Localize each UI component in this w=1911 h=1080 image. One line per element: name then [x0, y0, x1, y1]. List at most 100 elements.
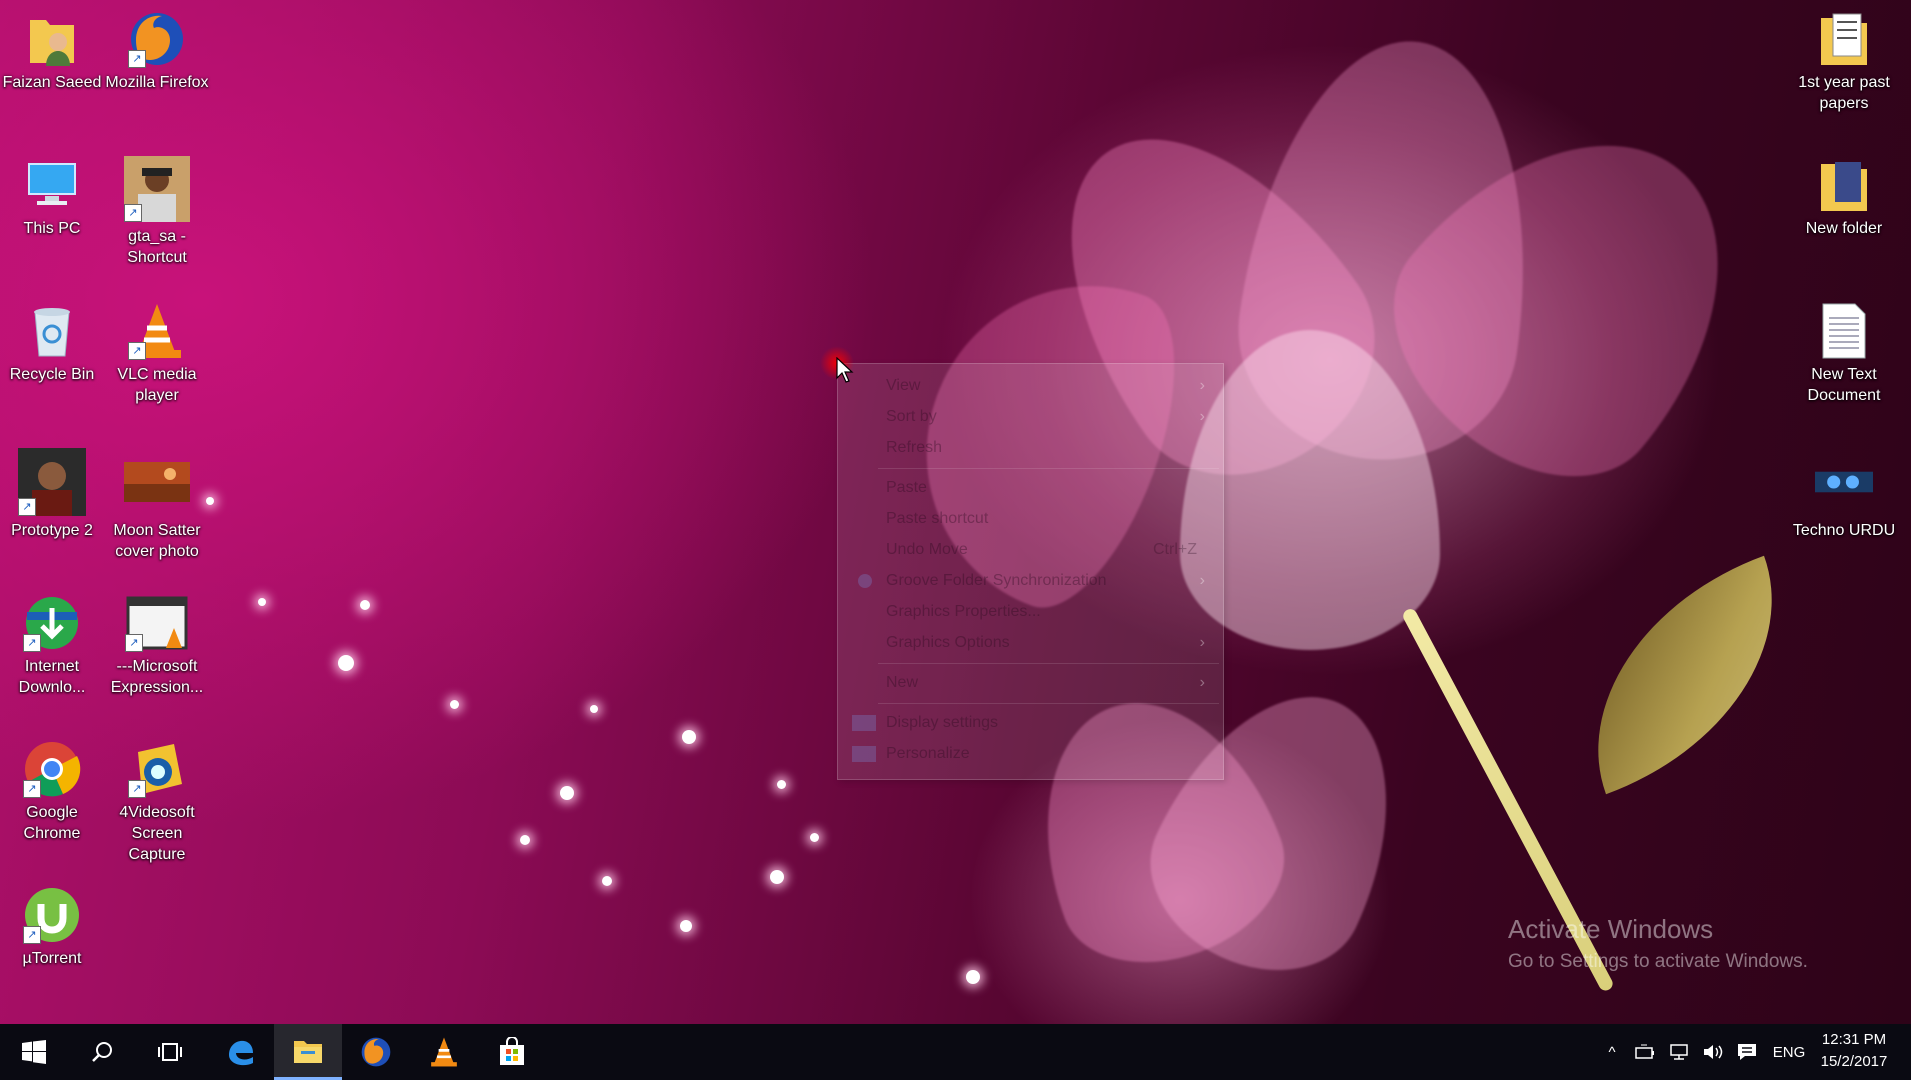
desktop-icon-techno-urdu[interactable]: Techno URDU: [1792, 448, 1896, 541]
wallpaper-sparkle: [966, 970, 980, 984]
desktop-icon-label: VLC media player: [117, 366, 197, 404]
desktop-icon-moon-satter[interactable]: Moon Satter cover photo: [105, 448, 209, 562]
image-icon: [1815, 448, 1873, 516]
desktop-icon-faizan-saeed[interactable]: Faizan Saeed: [0, 10, 104, 93]
submenu-arrow-icon: ›: [1199, 377, 1205, 394]
tray-volume[interactable]: [1698, 1024, 1728, 1080]
desktop-icon-1st-year-past-papers[interactable]: 1st year past papers: [1792, 10, 1896, 114]
taskbar-edge[interactable]: [206, 1024, 274, 1080]
taskbar-vlc[interactable]: [410, 1024, 478, 1080]
activation-watermark: Activate Windows Go to Settings to activ…: [1508, 914, 1808, 973]
taskbar-store[interactable]: [478, 1024, 546, 1080]
personalize-icon: [852, 746, 876, 762]
wallpaper-sparkle: [770, 870, 784, 884]
desktop-icon-google-chrome[interactable]: ↗ Google Chrome: [0, 740, 104, 844]
menu-item-groove-sync[interactable]: Groove Folder Synchronization ›: [838, 567, 1223, 595]
wallpaper-sparkle: [520, 835, 530, 845]
menu-item-sort-by[interactable]: Sort by ›: [838, 403, 1223, 431]
show-hidden-icons-button[interactable]: ^: [1598, 1024, 1626, 1080]
store-icon: [500, 1037, 524, 1065]
desktop-icon-internet-download-manager[interactable]: ↗ Internet Downlo...: [0, 594, 104, 698]
desktop-icon-4videosoft[interactable]: ↗ 4Videosoft Screen Capture: [105, 740, 209, 865]
desktop-icon-label: Internet Downlo...: [18, 658, 86, 696]
desktop-icon-vlc[interactable]: ↗ VLC media player: [105, 302, 209, 406]
firefox-icon: ↗: [128, 10, 186, 68]
shortcut-arrow-icon: ↗: [23, 634, 41, 652]
watermark-subtitle: Go to Settings to activate Windows.: [1508, 951, 1808, 972]
desktop-icon-label: gta_sa - Shortcut: [127, 228, 187, 266]
vlc-icon: [431, 1037, 457, 1067]
submenu-arrow-icon: ›: [1199, 674, 1205, 691]
submenu-arrow-icon: ›: [1199, 634, 1205, 651]
desktop-icon-label: 1st year past papers: [1798, 74, 1890, 112]
menu-separator: [878, 663, 1219, 664]
menu-item-view[interactable]: View ›: [838, 372, 1223, 400]
desktop-icon-microsoft-expression[interactable]: ↗ ---Microsoft Expression...: [105, 594, 209, 698]
clock-date: 15/2/2017: [1820, 1053, 1888, 1070]
language-indicator: ENG: [1772, 1043, 1806, 1061]
menu-item-label: Paste: [886, 479, 927, 496]
menu-item-label: Groove Folder Synchronization: [886, 572, 1107, 589]
mouse-cursor-icon: [836, 357, 854, 383]
menu-item-graphics-options[interactable]: Graphics Options ›: [838, 629, 1223, 657]
prototype-icon: ↗: [18, 448, 86, 516]
desktop-icon-new-text-document[interactable]: New Text Document: [1792, 302, 1896, 406]
search-button[interactable]: [68, 1024, 136, 1080]
menu-item-shortcut: Ctrl+Z: [1153, 541, 1197, 558]
desktop-icon-prototype-2[interactable]: ↗ Prototype 2: [0, 448, 104, 541]
folder-icon: [1815, 10, 1873, 68]
taskbar-clock[interactable]: 12:31 PM 15/2/2017: [1809, 1029, 1899, 1073]
tray-action-center[interactable]: [1732, 1024, 1762, 1080]
shortcut-arrow-icon: ↗: [125, 634, 143, 652]
shortcut-arrow-icon: ↗: [128, 780, 146, 798]
menu-item-undo-move[interactable]: Undo Move Ctrl+Z: [838, 536, 1223, 564]
desktop-icon-label: New Text Document: [1807, 366, 1881, 404]
wallpaper-sparkle: [560, 786, 574, 800]
menu-item-label: Display settings: [886, 714, 999, 731]
task-view-button[interactable]: [136, 1024, 204, 1080]
menu-item-paste-shortcut[interactable]: Paste shortcut: [838, 505, 1223, 533]
file-explorer-icon: [294, 1040, 322, 1063]
start-button[interactable]: [0, 1024, 68, 1080]
menu-item-label: Refresh: [886, 439, 943, 456]
tray-battery[interactable]: [1630, 1024, 1660, 1080]
desktop-icon-this-pc[interactable]: This PC: [0, 156, 104, 239]
wallpaper-sparkle: [450, 700, 459, 709]
desktop-icon-utorrent[interactable]: ↗ µTorrent: [0, 886, 104, 969]
volume-icon: [1704, 1045, 1723, 1059]
desktop-icon-mozilla-firefox[interactable]: ↗ Mozilla Firefox: [105, 10, 209, 93]
taskbar-file-explorer[interactable]: [274, 1024, 342, 1080]
submenu-arrow-icon: ›: [1199, 408, 1205, 425]
menu-item-paste[interactable]: Paste: [838, 474, 1223, 502]
desktop-icon-label: Recycle Bin: [9, 366, 95, 383]
desktop-icon-new-folder[interactable]: New folder: [1792, 156, 1896, 239]
computer-icon: [23, 156, 81, 214]
taskbar-firefox[interactable]: [342, 1024, 410, 1080]
menu-item-label: Graphics Properties...: [886, 603, 1041, 620]
clock-time: 12:31 PM: [1821, 1031, 1887, 1048]
input-language-button[interactable]: ENG: [1766, 1024, 1812, 1080]
menu-item-graphics-properties[interactable]: Graphics Properties...: [838, 598, 1223, 626]
desktop-background[interactable]: Faizan Saeed ↗ Mozilla Firefox This PC ↗…: [0, 0, 1911, 1024]
wallpaper-sparkle: [590, 705, 598, 713]
menu-item-label: Sort by: [886, 408, 937, 425]
groove-icon: [858, 574, 872, 588]
desktop-icon-gta-sa[interactable]: ↗ gta_sa - Shortcut: [105, 156, 209, 268]
menu-item-personalize[interactable]: Personalize: [838, 740, 1223, 768]
wallpaper-sparkle: [777, 780, 786, 789]
tray-network[interactable]: [1664, 1024, 1694, 1080]
shortcut-arrow-icon: ↗: [124, 204, 142, 222]
menu-item-new[interactable]: New ›: [838, 669, 1223, 697]
desktop-icon-label: Techno URDU: [1792, 522, 1896, 539]
menu-item-display-settings[interactable]: Display settings: [838, 709, 1223, 737]
menu-item-refresh[interactable]: Refresh: [838, 434, 1223, 462]
vlc-icon: ↗: [128, 302, 186, 360]
firefox-icon: [361, 1037, 391, 1067]
desktop-context-menu[interactable]: View › Sort by › Refresh Paste Paste short…: [837, 363, 1224, 780]
wallpaper-sparkle: [680, 920, 692, 932]
desktop-icon-label: µTorrent: [22, 950, 82, 967]
watermark-title: Activate Windows: [1508, 914, 1714, 944]
search-icon: [92, 1042, 112, 1062]
desktop-icon-label: 4Videosoft Screen Capture: [119, 804, 195, 863]
desktop-icon-recycle-bin[interactable]: Recycle Bin: [0, 302, 104, 385]
